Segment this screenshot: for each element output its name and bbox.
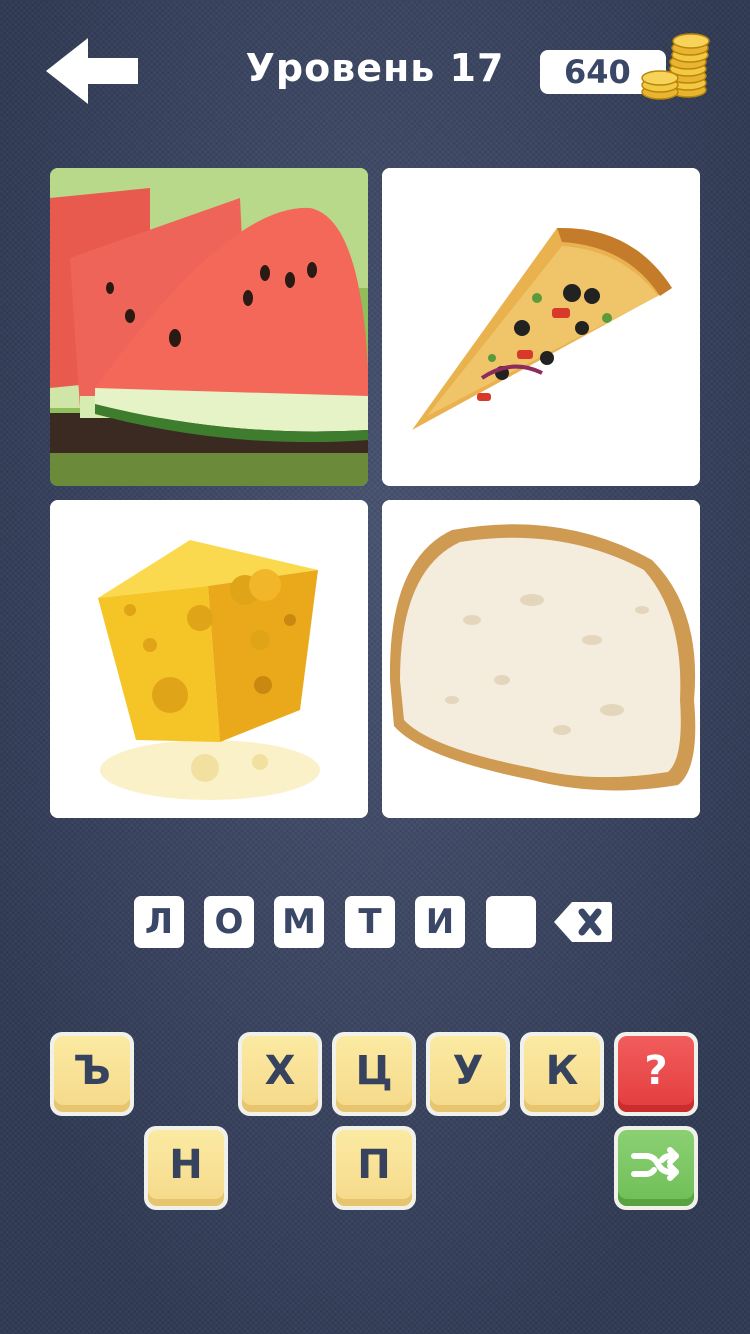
question-icon: ? (618, 1036, 694, 1112)
letter-key-6[interactable]: Н (144, 1126, 228, 1210)
shuffle-button[interactable] (614, 1126, 698, 1210)
answer-slot-6[interactable] (486, 896, 536, 948)
coin-stack-icon (636, 26, 712, 102)
letter-key-3[interactable]: Ц (332, 1032, 416, 1116)
letter-key-label: К (524, 1036, 600, 1112)
letter-key-2[interactable]: Х (238, 1032, 322, 1116)
answer-slot-3[interactable]: М (274, 896, 324, 948)
letter-key-7[interactable]: П (332, 1126, 416, 1210)
backspace-icon (554, 902, 612, 942)
hint-button[interactable]: ? (614, 1032, 698, 1116)
bread-image (382, 500, 700, 818)
letter-key-5[interactable]: К (520, 1032, 604, 1116)
picture-watermelon[interactable] (50, 168, 368, 486)
erase-button[interactable] (552, 898, 614, 946)
answer-slot-2[interactable]: О (204, 896, 254, 948)
answer-slot-1[interactable]: Л (134, 896, 184, 948)
letter-key-label: Ъ (54, 1036, 130, 1112)
answer-slot-4[interactable]: Т (345, 896, 395, 948)
shuffle-icon (618, 1130, 694, 1206)
letter-key-label: Ц (336, 1036, 412, 1112)
letter-key-4[interactable]: У (426, 1032, 510, 1116)
game-screen: Уровень 17 640 Л О М Т И Ъ Х Ц У К ? Н П (0, 0, 750, 1334)
picture-bread[interactable] (382, 500, 700, 818)
answer-slot-5[interactable]: И (415, 896, 465, 948)
letter-key-label: Н (148, 1130, 224, 1206)
letter-key-1[interactable]: Ъ (50, 1032, 134, 1116)
pizza-image (382, 168, 700, 486)
letter-key-label: П (336, 1130, 412, 1206)
letter-key-label: Х (242, 1036, 318, 1112)
picture-cheese[interactable] (50, 500, 368, 818)
picture-pizza[interactable] (382, 168, 700, 486)
letter-key-label: У (430, 1036, 506, 1112)
watermelon-image (50, 168, 368, 486)
cheese-image (50, 500, 368, 818)
